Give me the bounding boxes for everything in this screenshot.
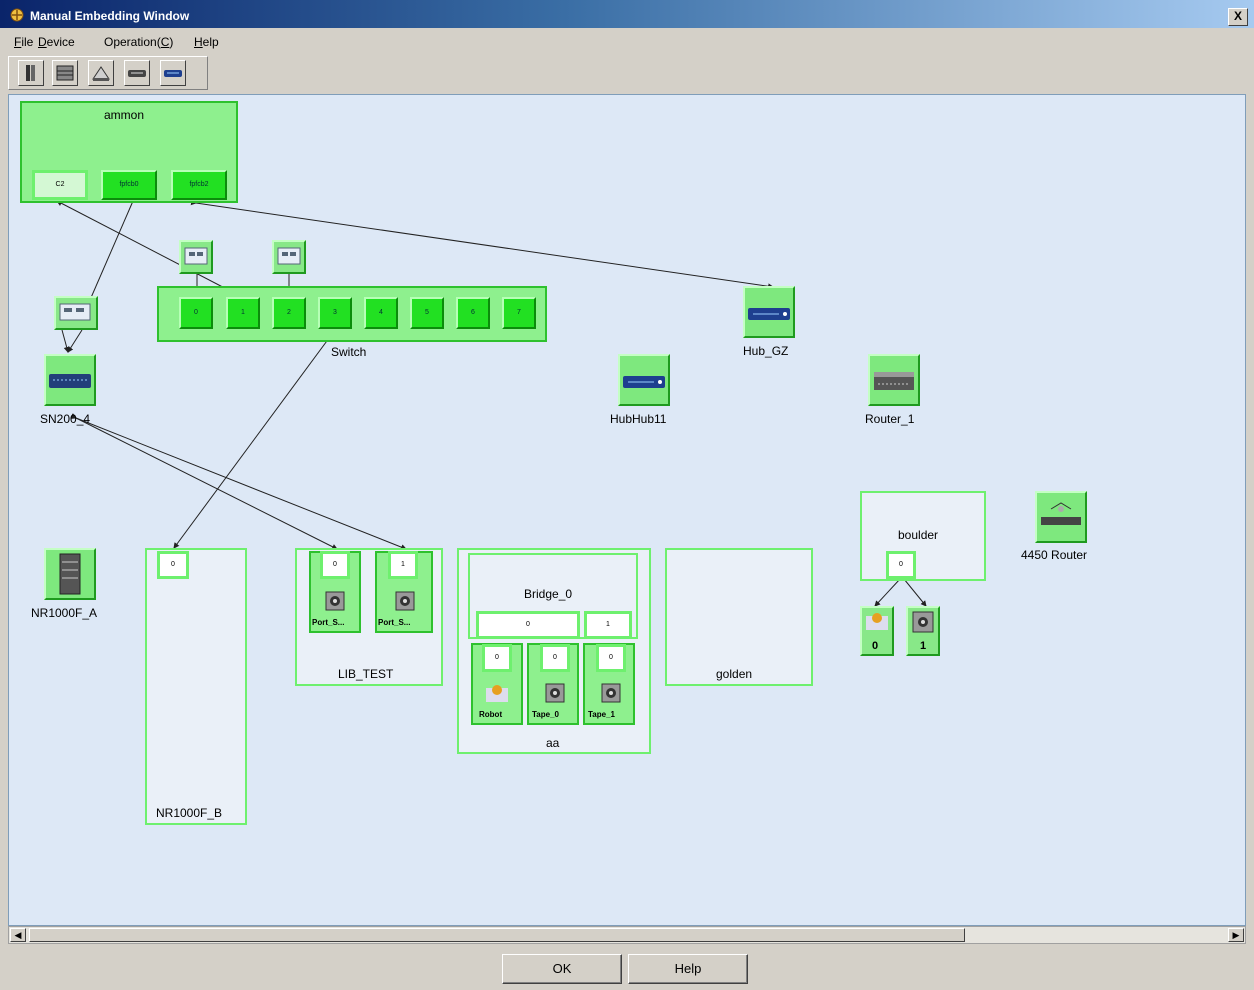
bridge-0-port-1[interactable]: 1 bbox=[584, 611, 632, 639]
switch-port-5[interactable]: 5 bbox=[410, 297, 444, 329]
app-icon bbox=[10, 8, 24, 22]
node-lib-test-label: LIB_TEST bbox=[338, 667, 394, 681]
storage-icon[interactable] bbox=[52, 60, 78, 86]
switch-port-6[interactable]: 6 bbox=[456, 297, 490, 329]
robot-icon bbox=[866, 613, 888, 630]
adapter-icon bbox=[184, 247, 208, 265]
aa-port-robot[interactable]: 0 bbox=[482, 644, 512, 672]
node-4450-router[interactable] bbox=[1035, 491, 1087, 543]
window-title: Manual Embedding Window bbox=[30, 9, 190, 23]
node-nr1000f-b[interactable] bbox=[145, 548, 247, 825]
title-bar: Manual Embedding Window X bbox=[0, 0, 1254, 28]
menu-device[interactable]: Device bbox=[38, 35, 75, 49]
nr1000f-b-port-0[interactable]: 0 bbox=[157, 551, 189, 579]
ammon-port-fpfcb2[interactable]: fpfcb2 bbox=[171, 170, 227, 200]
lib-test-device-0-label: Port_S... bbox=[312, 618, 345, 627]
switch-port-0[interactable]: 0 bbox=[179, 297, 213, 329]
switch-port-3[interactable]: 3 bbox=[318, 297, 352, 329]
aa-device-robot-label: Robot bbox=[479, 710, 503, 719]
node-hubhub11-label: HubHub11 bbox=[610, 412, 667, 426]
node-boulder-label: boulder bbox=[898, 528, 939, 542]
switch-port-7[interactable]: 7 bbox=[502, 297, 536, 329]
switch-port-1[interactable]: 1 bbox=[226, 297, 260, 329]
tape-drive-icon bbox=[325, 591, 345, 611]
host-icon[interactable] bbox=[18, 60, 44, 86]
ammon-port-c2[interactable]: C2 bbox=[32, 170, 88, 200]
switch-device-icon bbox=[49, 374, 91, 388]
adapter-icon bbox=[277, 247, 301, 265]
lib-test-port-1[interactable]: 1 bbox=[388, 551, 418, 579]
scrollbar-thumb[interactable] bbox=[29, 928, 965, 942]
lib-test-device-1-label: Port_S... bbox=[378, 618, 411, 627]
node-sn200-4[interactable] bbox=[44, 354, 96, 406]
tape-drive-icon bbox=[912, 611, 934, 633]
scroll-right-icon[interactable]: ▶ bbox=[1228, 928, 1244, 942]
node-sn200-4-label: SN200_4 bbox=[40, 412, 91, 426]
storage-server-icon bbox=[59, 553, 81, 595]
aa-port-tape-0[interactable]: 0 bbox=[540, 644, 570, 672]
tape-drive-icon bbox=[545, 683, 565, 703]
node-golden[interactable] bbox=[665, 548, 813, 686]
scroll-left-icon[interactable]: ◀ bbox=[10, 928, 26, 942]
hub-icon bbox=[748, 308, 790, 320]
node-golden-label: golden bbox=[716, 667, 753, 681]
menu-operation[interactable]: Operation(C) bbox=[104, 35, 173, 49]
aa-device-tape-1-label: Tape_1 bbox=[588, 710, 615, 719]
aa-device-tape-0-label: Tape_0 bbox=[532, 710, 559, 719]
switch-port-2[interactable]: 2 bbox=[272, 297, 306, 329]
hub-icon[interactable] bbox=[160, 60, 186, 86]
menu-help[interactable]: Help bbox=[194, 35, 219, 49]
menu-file[interactable]: File bbox=[14, 35, 33, 49]
node-switch-label: Switch bbox=[331, 345, 367, 359]
node-nr1000f-a-label: NR1000F_A bbox=[31, 606, 98, 620]
node-hub-gz-label: Hub_GZ bbox=[743, 344, 789, 358]
menu-bar bbox=[0, 30, 1254, 54]
node-4450-router-label: 4450 Router bbox=[1021, 548, 1088, 562]
close-button[interactable]: X bbox=[1228, 8, 1248, 26]
router-icon bbox=[1041, 502, 1081, 525]
aa-port-tape-1[interactable]: 0 bbox=[596, 644, 626, 672]
router-icon bbox=[874, 372, 914, 390]
tape-drive-icon bbox=[601, 683, 621, 703]
tape-icon[interactable] bbox=[88, 60, 114, 86]
boulder-child-1-label: 1 bbox=[920, 640, 927, 652]
tape-drive-icon bbox=[395, 591, 415, 611]
switch-port-4[interactable]: 4 bbox=[364, 297, 398, 329]
ok-button[interactable]: OK bbox=[502, 954, 622, 984]
adapter-icon bbox=[59, 303, 91, 321]
adapter-2[interactable] bbox=[272, 240, 306, 274]
adapter-1[interactable] bbox=[179, 240, 213, 274]
node-router-1[interactable] bbox=[868, 354, 920, 406]
node-router-1-label: Router_1 bbox=[865, 412, 915, 426]
node-aa-label: aa bbox=[546, 736, 560, 750]
node-hubhub11[interactable] bbox=[618, 354, 670, 406]
robot-icon bbox=[486, 685, 508, 702]
node-nr1000f-b-label: NR1000F_B bbox=[156, 806, 223, 820]
node-hub-gz[interactable] bbox=[743, 286, 795, 338]
bridge-0-port-0[interactable]: 0 bbox=[476, 611, 580, 639]
switch-icon[interactable] bbox=[124, 60, 150, 86]
ammon-port-fpfcb0[interactable]: fpfcb0 bbox=[101, 170, 157, 200]
hub-icon bbox=[623, 376, 665, 388]
node-bridge-0-label: Bridge_0 bbox=[524, 587, 573, 601]
boulder-port-0[interactable]: 0 bbox=[886, 551, 916, 579]
horizontal-scrollbar[interactable]: ◀ ▶ bbox=[8, 926, 1246, 944]
adapter-3[interactable] bbox=[54, 296, 98, 330]
node-ammon-label: ammon bbox=[104, 108, 145, 122]
lib-test-port-0[interactable]: 0 bbox=[320, 551, 350, 579]
boulder-child-0-label: 0 bbox=[872, 640, 879, 652]
help-button[interactable]: Help bbox=[628, 954, 748, 984]
node-nr1000f-a[interactable] bbox=[44, 548, 96, 600]
